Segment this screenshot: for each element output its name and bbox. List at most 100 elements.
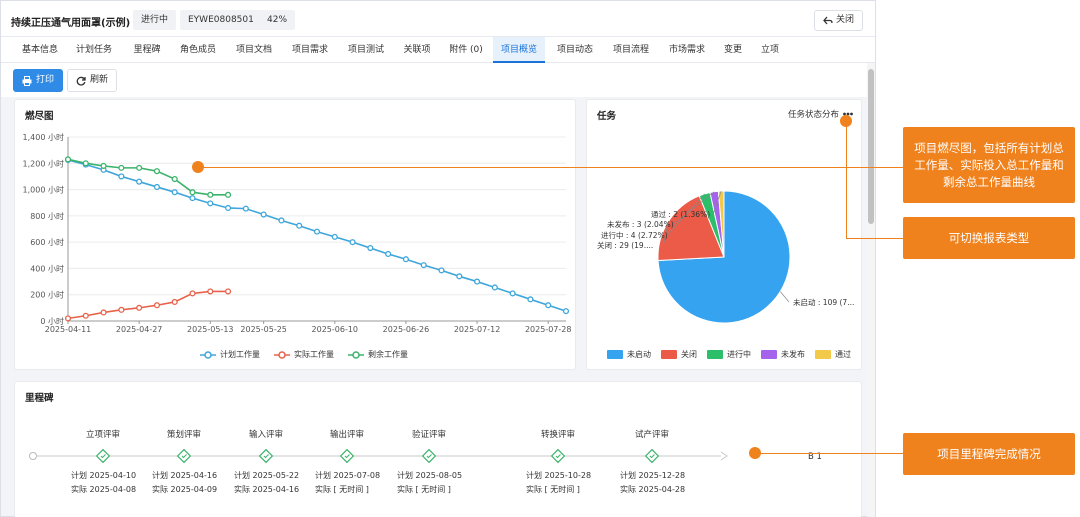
tab-tests[interactable]: 项目测试 xyxy=(341,37,391,63)
data-point-actual[interactable] xyxy=(171,298,178,305)
tab-changes[interactable]: 变更 xyxy=(717,37,749,63)
legend-item-plan[interactable]: 计划工作量 xyxy=(200,349,260,360)
tab-activity[interactable]: 项目动态 xyxy=(549,37,601,63)
legend-label: 未发布 xyxy=(781,350,805,359)
data-point-plan[interactable] xyxy=(456,273,463,280)
tab-basic-info[interactable]: 基本信息 xyxy=(15,37,65,63)
data-point-actual[interactable] xyxy=(118,306,125,313)
data-point-remaining[interactable] xyxy=(153,168,160,175)
data-point-plan[interactable] xyxy=(491,284,498,291)
y-tick-label: 800 小时 xyxy=(30,211,64,221)
data-point-plan[interactable] xyxy=(545,302,552,309)
tab-requirements[interactable]: 项目需求 xyxy=(285,37,335,63)
milestone-marker[interactable] xyxy=(550,448,566,464)
data-point-plan[interactable] xyxy=(136,178,143,185)
tab-related[interactable]: 关联项 xyxy=(395,37,439,63)
legend-item-in-progress[interactable]: 进行中 xyxy=(707,349,751,360)
data-point-actual[interactable] xyxy=(225,288,232,295)
tab-plan-tasks[interactable]: 计划任务 xyxy=(69,37,119,63)
data-point-plan[interactable] xyxy=(260,211,267,218)
data-point-plan[interactable] xyxy=(296,222,303,229)
data-point-remaining[interactable] xyxy=(171,176,178,183)
tab-workflow[interactable]: 项目流程 xyxy=(605,37,657,63)
data-point-plan[interactable] xyxy=(527,296,534,303)
legend-item-not-started[interactable]: 未启动 xyxy=(607,349,651,360)
data-point-plan[interactable] xyxy=(438,267,445,274)
tab-milestones[interactable]: 里程碑 xyxy=(125,37,169,63)
legend-item-actual[interactable]: 实际工作量 xyxy=(274,349,334,360)
milestone-actual-date: 实际 [ 无时间 ] xyxy=(397,485,451,494)
milestone-plan-date: 计划 2025-04-10 xyxy=(71,471,137,480)
data-point-remaining[interactable] xyxy=(136,164,143,171)
data-point-plan[interactable] xyxy=(385,250,392,258)
data-point-remaining[interactable] xyxy=(118,164,125,171)
data-point-plan[interactable] xyxy=(313,228,321,235)
data-point-plan[interactable] xyxy=(349,239,356,246)
legend-item-closed[interactable]: 关闭 xyxy=(661,349,697,360)
data-point-actual[interactable] xyxy=(207,288,214,295)
print-button[interactable]: 打印 xyxy=(13,69,64,92)
x-tick-label: 2025-06-10 xyxy=(312,325,359,334)
milestone-marker[interactable] xyxy=(339,448,355,464)
data-point-plan[interactable] xyxy=(242,205,249,212)
data-point-plan[interactable] xyxy=(118,173,125,180)
tab-attachments[interactable]: 附件 (0) xyxy=(443,37,489,63)
data-point-plan[interactable] xyxy=(562,308,570,315)
milestone-marker[interactable] xyxy=(258,448,274,464)
data-point-actual[interactable] xyxy=(153,302,160,309)
data-point-actual[interactable] xyxy=(189,290,196,297)
data-point-plan[interactable] xyxy=(420,262,427,269)
tab-roles[interactable]: 角色成员 xyxy=(173,37,223,63)
app-window: 持续正压通气用面罩(示例) 进行中 EYWE0808501 42% 关闭 基本信… xyxy=(0,0,876,517)
scroll-thumb[interactable] xyxy=(868,69,874,224)
data-point-remaining[interactable] xyxy=(189,189,196,196)
data-point-plan[interactable] xyxy=(278,217,285,224)
data-point-plan[interactable] xyxy=(331,233,338,240)
milestone-marker[interactable] xyxy=(644,448,660,464)
annotation-switch: 可切换报表类型 xyxy=(903,217,1075,259)
data-point-plan[interactable] xyxy=(153,183,160,190)
data-point-remaining[interactable] xyxy=(207,191,214,198)
data-point-remaining[interactable] xyxy=(82,160,89,167)
milestone-marker[interactable] xyxy=(95,448,111,464)
data-point-remaining[interactable] xyxy=(100,162,107,169)
data-point-plan[interactable] xyxy=(474,278,481,285)
data-point-plan[interactable] xyxy=(189,195,196,202)
data-point-plan[interactable] xyxy=(225,204,232,212)
tab-documents[interactable]: 项目文档 xyxy=(229,37,279,63)
y-tick-label: 1,200 小时 xyxy=(23,158,64,168)
scrollbar[interactable] xyxy=(867,63,875,517)
legend-item-passed[interactable]: 通过 xyxy=(815,349,851,360)
data-point-remaining[interactable] xyxy=(64,156,72,163)
legend-item-unpublished[interactable]: 未发布 xyxy=(761,349,805,360)
tab-market[interactable]: 市场需求 xyxy=(661,37,713,63)
data-point-plan[interactable] xyxy=(402,256,409,263)
milestone-actual-date: 实际 2025-04-08 xyxy=(71,485,137,494)
close-button[interactable]: 关闭 xyxy=(813,10,863,31)
legend-swatch xyxy=(707,350,723,359)
x-tick-label: 2025-04-11 xyxy=(45,325,92,334)
milestone-marker[interactable] xyxy=(176,448,192,464)
refresh-icon xyxy=(76,76,86,86)
legend-plan-marker xyxy=(200,350,216,359)
data-point-actual[interactable] xyxy=(82,312,89,319)
legend-item-remaining[interactable]: 剩余工作量 xyxy=(348,349,408,360)
data-point-actual[interactable] xyxy=(100,309,107,316)
data-point-plan[interactable] xyxy=(509,290,516,297)
data-point-plan[interactable] xyxy=(171,189,178,196)
legend-swatch xyxy=(607,350,623,359)
milestone-plan-date: 计划 2025-07-08 xyxy=(315,471,381,480)
data-point-actual[interactable] xyxy=(136,304,143,311)
tab-initiation[interactable]: 立项 xyxy=(753,37,787,63)
data-point-plan[interactable] xyxy=(207,200,214,207)
milestone-name: 转换评审 xyxy=(540,430,575,440)
milestone-marker[interactable] xyxy=(421,448,437,464)
burndown-chart: 0 小时200 小时400 小时600 小时800 小时1,000 小时1,20… xyxy=(23,132,572,334)
annotation-vline-switch xyxy=(846,121,847,238)
tab-overview[interactable]: 项目概览 xyxy=(493,37,545,63)
data-point-plan[interactable] xyxy=(367,245,374,252)
milestone-actual-date: 实际 2025-04-16 xyxy=(234,485,300,494)
data-point-actual[interactable] xyxy=(64,315,72,322)
data-point-remaining[interactable] xyxy=(225,191,232,198)
refresh-button[interactable]: 刷新 xyxy=(67,69,118,92)
